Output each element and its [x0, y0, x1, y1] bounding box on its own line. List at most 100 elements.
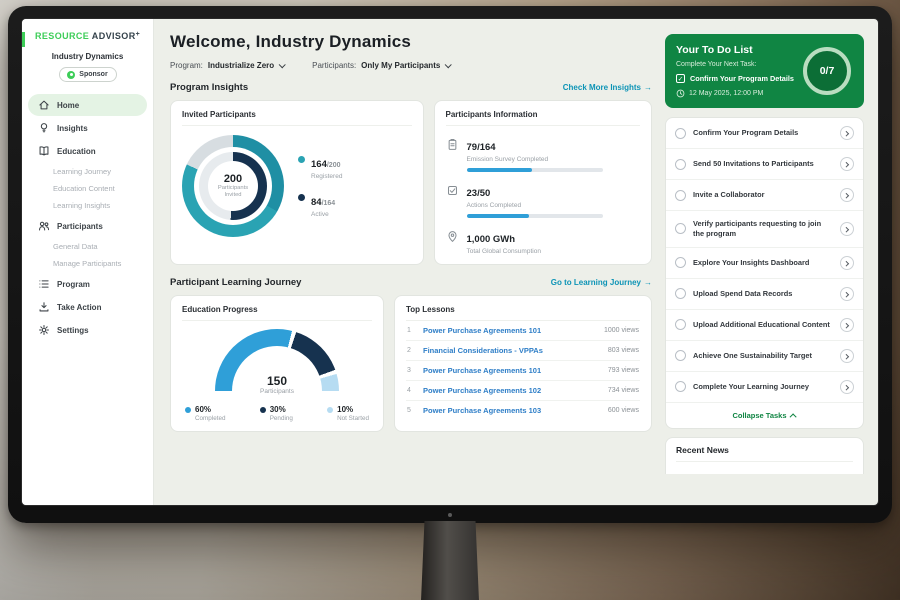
- stat-global-consumption: 1,000 GWh Total Global Consumption: [446, 229, 641, 255]
- sidebar-item-education-content[interactable]: Education Content: [22, 180, 153, 197]
- link-label: Check More Insights: [563, 83, 641, 92]
- task-row[interactable]: Confirm Your Program Details: [666, 118, 863, 149]
- sidebar-item-program[interactable]: Program: [28, 273, 147, 295]
- participants-filter-value: Only My Participants: [361, 61, 440, 70]
- legend-label: Not Started: [337, 415, 369, 422]
- legend-value: 84: [311, 197, 322, 208]
- task-open-button[interactable]: [840, 256, 854, 270]
- lesson-rank: 3: [407, 367, 416, 374]
- sponsor-badge[interactable]: Sponsor: [59, 67, 117, 82]
- task-checkbox[interactable]: [675, 159, 686, 170]
- sidebar-item-insights[interactable]: Insights: [28, 117, 147, 139]
- sidebar-item-participants[interactable]: Participants: [28, 215, 147, 237]
- task-checkbox[interactable]: [675, 319, 686, 330]
- collapse-tasks-button[interactable]: Collapse Tasks: [666, 403, 863, 428]
- lesson-title-link[interactable]: Power Purchase Agreements 101: [423, 326, 597, 335]
- sidebar-item-learning-insights[interactable]: Learning Insights: [22, 197, 153, 214]
- task-label: Invite a Collaborator: [693, 190, 833, 200]
- task-checkbox[interactable]: [675, 128, 686, 139]
- lesson-title-link[interactable]: Power Purchase Agreements 101: [423, 366, 601, 375]
- task-open-button[interactable]: [840, 222, 854, 236]
- invited-participants-donut-chart: 200 Participants Invited: [182, 135, 284, 237]
- sponsor-label: Sponsor: [79, 71, 107, 78]
- task-row[interactable]: Verify participants requesting to join t…: [666, 211, 863, 248]
- sidebar-item-general-data[interactable]: General Data: [22, 238, 153, 255]
- task-label: Explore Your Insights Dashboard: [693, 258, 833, 268]
- todo-progress-value: 0/7: [820, 65, 835, 77]
- task-checkbox[interactable]: [675, 288, 686, 299]
- sidebar-item-home[interactable]: Home: [28, 94, 147, 116]
- lesson-row[interactable]: 4 Power Purchase Agreements 102 734 view…: [406, 381, 640, 401]
- program-filter-dropdown[interactable]: Program: Industrialize Zero: [170, 61, 284, 70]
- lesson-rank: 4: [407, 387, 416, 394]
- lesson-title-link[interactable]: Power Purchase Agreements 102: [423, 386, 601, 395]
- program-insights-title: Program Insights: [170, 82, 248, 93]
- sidebar-item-take-action[interactable]: Take Action: [28, 296, 147, 318]
- stat-label: Total Global Consumption: [467, 248, 541, 255]
- todo-due-text: 12 May 2025, 12:00 PM: [689, 90, 763, 97]
- stat-actions-completed: 23/50 Actions Completed: [446, 183, 641, 218]
- donut-center-value: 200: [224, 173, 242, 185]
- filters-row: Program: Industrialize Zero Participants…: [170, 61, 652, 70]
- sidebar-item-manage-participants[interactable]: Manage Participants: [22, 255, 153, 272]
- lesson-title-link[interactable]: Financial Considerations - VPPAs: [423, 346, 601, 355]
- sidebar-item-education[interactable]: Education: [28, 140, 147, 162]
- chevron-right-icon: [843, 131, 849, 137]
- task-row[interactable]: Upload Spend Data Records: [666, 279, 863, 310]
- lesson-row[interactable]: 1 Power Purchase Agreements 101 1000 vie…: [406, 321, 640, 341]
- sidebar-item-settings[interactable]: Settings: [28, 319, 147, 341]
- participants-information-card: Participants Information 79/164 Emission…: [434, 100, 653, 265]
- card-title: Participants Information: [446, 110, 641, 126]
- program-filter-label: Program:: [170, 61, 203, 70]
- check-more-insights-link[interactable]: Check More Insights→: [563, 83, 652, 92]
- top-lessons-card: Top Lessons 1 Power Purchase Agreements …: [394, 295, 652, 432]
- task-open-button[interactable]: [840, 188, 854, 202]
- task-open-button[interactable]: [840, 380, 854, 394]
- task-row[interactable]: Achieve One Sustainability Target: [666, 341, 863, 372]
- participants-filter-label: Participants:: [312, 61, 356, 70]
- legend-item-active: 84/164 Active: [298, 192, 342, 218]
- lesson-row[interactable]: 3 Power Purchase Agreements 101 793 view…: [406, 361, 640, 381]
- logo-accent-bar: [22, 32, 25, 47]
- task-open-button[interactable]: [840, 157, 854, 171]
- legend-item-not-started: 10% Not Started: [327, 405, 369, 422]
- todo-column: Your To Do List Complete Your Next Task:…: [662, 19, 878, 505]
- monitor-logo-dot: [448, 513, 452, 517]
- scene: RESOURCE ADVISOR+ Industry Dynamics Spon…: [0, 0, 900, 600]
- legend-item-pending: 30% Pending: [260, 405, 293, 422]
- task-open-button[interactable]: [840, 318, 854, 332]
- task-row[interactable]: Complete Your Learning Journey: [666, 372, 863, 403]
- task-row[interactable]: Invite a Collaborator: [666, 180, 863, 211]
- checkbox-icon[interactable]: ✓: [676, 74, 685, 83]
- task-checkbox[interactable]: [675, 190, 686, 201]
- task-checkbox[interactable]: [675, 257, 686, 268]
- todo-next-task[interactable]: ✓ Confirm Your Program Details: [676, 74, 797, 83]
- task-checkbox[interactable]: [675, 223, 686, 234]
- participants-filter-dropdown[interactable]: Participants: Only My Participants: [312, 61, 450, 70]
- task-row[interactable]: Upload Additional Educational Content: [666, 310, 863, 341]
- gauge-center-label: 150 Participants: [215, 374, 339, 395]
- legend-label: Completed: [195, 415, 225, 422]
- sidebar-item-label: Participants: [57, 222, 103, 231]
- task-row[interactable]: Explore Your Insights Dashboard: [666, 248, 863, 279]
- sidebar-item-learning-journey[interactable]: Learning Journey: [22, 163, 153, 180]
- task-checkbox[interactable]: [675, 381, 686, 392]
- lesson-title-link[interactable]: Power Purchase Agreements 103: [423, 406, 601, 415]
- checklist-icon: [446, 184, 459, 197]
- task-open-button[interactable]: [840, 287, 854, 301]
- task-row[interactable]: Send 50 Invitations to Participants: [666, 149, 863, 180]
- task-checkbox[interactable]: [675, 350, 686, 361]
- go-to-learning-journey-link[interactable]: Go to Learning Journey→: [551, 278, 652, 287]
- progress-fill: [467, 214, 530, 218]
- recent-news-title: Recent News: [676, 445, 853, 462]
- stat-label: Emission Survey Completed: [467, 156, 603, 163]
- collapse-tasks-label: Collapse Tasks: [732, 411, 786, 420]
- page-title: Welcome, Industry Dynamics: [170, 32, 652, 52]
- lesson-row[interactable]: 2 Financial Considerations - VPPAs 803 v…: [406, 341, 640, 361]
- sidebar-item-label: Education: [57, 147, 96, 156]
- task-open-button[interactable]: [840, 126, 854, 140]
- task-label: Upload Spend Data Records: [693, 289, 833, 299]
- lesson-row[interactable]: 5 Power Purchase Agreements 103 600 view…: [406, 401, 640, 420]
- task-open-button[interactable]: [840, 349, 854, 363]
- chevron-right-icon: [843, 292, 849, 298]
